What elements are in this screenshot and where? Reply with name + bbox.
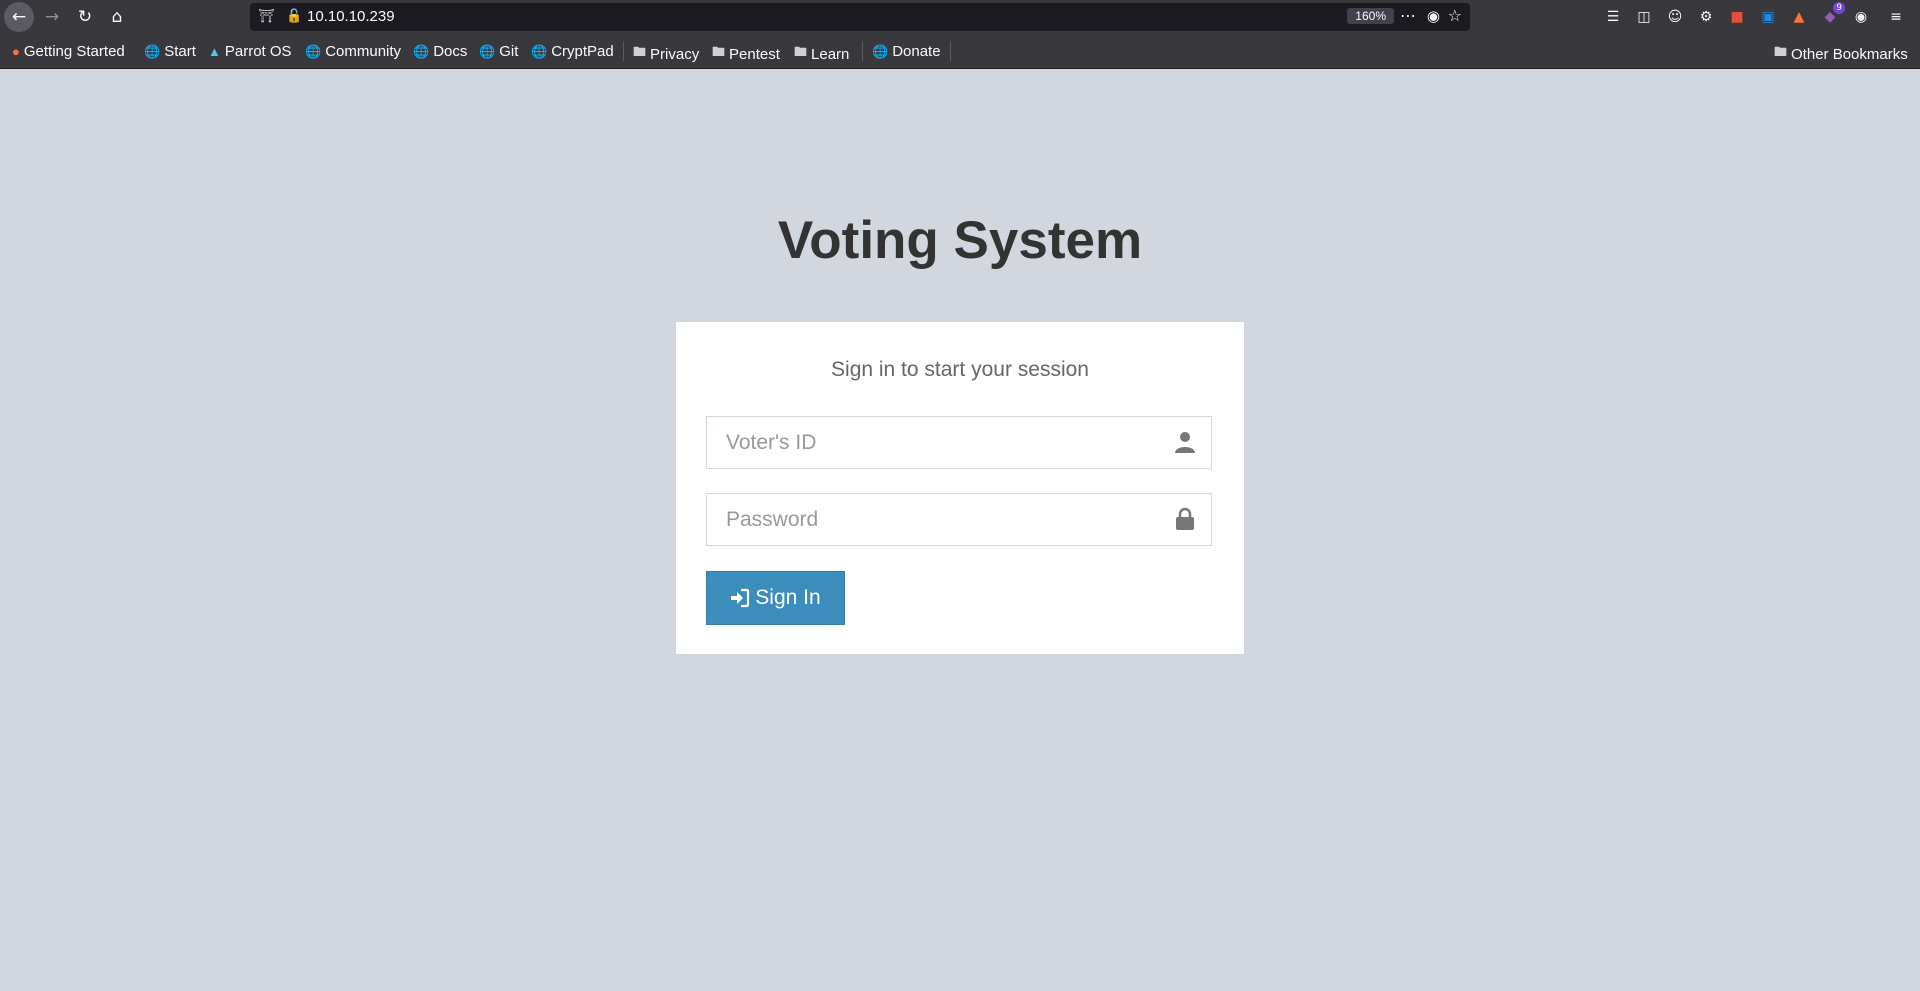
globe-icon: 🌐 [413,43,430,59]
firefox-icon: ● [12,44,20,59]
bookmark-community[interactable]: 🌐 Community [305,43,401,60]
folder-icon: 🖿 [633,44,647,59]
password-input[interactable] [707,494,1156,545]
library-icon[interactable]: ☰ [1602,6,1624,28]
login-box: Sign in to start your session Sign In [676,322,1244,654]
bookmark-getting-started[interactable]: ● Getting Started [12,43,125,60]
browser-toolbar: ← → ↻ ⌂ ⛩ 🔓 10.10.10.239 160% ⋯ ◉ ☆ ☰ ◫ … [0,0,1920,34]
url-bar[interactable]: ⛩ 🔓 10.10.10.239 160% ⋯ ◉ ☆ [250,3,1470,31]
insecure-lock-icon[interactable]: 🔓 [286,9,302,24]
ublock-origin-icon[interactable]: ■ [1726,6,1748,28]
bookmark-label: Donate [892,43,941,60]
globe-icon: 🌐 [144,43,161,59]
bookmark-cryptpad[interactable]: 🌐 CryptPad [531,43,614,60]
bookmark-separator [950,41,951,61]
sign-in-icon [731,588,750,608]
forward-arrow-icon[interactable]: → [37,2,67,32]
pocket-icon[interactable]: ◉ [1427,7,1440,25]
sidebar-icon[interactable]: ◫ [1633,6,1655,28]
folder-icon: 🖿 [712,44,726,59]
bookmark-label: Other Bookmarks [1791,45,1908,63]
extension-a-icon[interactable]: ⚙ [1695,6,1717,28]
bookmark-label: Git [499,43,519,60]
bookmark-start[interactable]: 🌐 Start [144,43,196,60]
globe-icon: 🌐 [305,43,322,59]
bookmark-label: Learn [811,45,850,63]
globe-icon: 🌐 [531,43,548,59]
globe-icon: 🌐 [479,43,496,59]
bookmark-folder-privacy[interactable]: 🖿 Privacy [633,43,699,65]
url-text[interactable]: 10.10.10.239 [307,8,395,25]
wappalyzer-icon[interactable]: ◆ 9 [1819,2,1845,28]
tracking-shield-icon[interactable]: ⛩ [258,9,275,24]
folder-icon: 🖿 [1774,44,1788,59]
cookie-icon[interactable]: ◉ [1850,6,1872,28]
user-icon [1175,432,1195,453]
bookmark-label: Start [164,43,196,60]
page-title: Voting System [777,211,1143,270]
globe-icon: 🌐 [872,43,889,59]
bookmark-label: CryptPad [551,43,614,60]
bookmark-label: Parrot OS [224,43,292,60]
sign-in-label: Sign In [755,586,821,609]
bookmark-label: Getting Started [23,43,125,60]
bookmark-separator [862,41,863,61]
voter-id-input[interactable] [707,417,1156,468]
login-box-message: Sign in to start your session [831,358,1089,381]
lock-icon [1176,507,1194,530]
bookmark-donate[interactable]: 🌐 Donate [872,43,941,60]
password-field-group [706,493,1212,546]
folder-icon: 🖿 [794,44,808,59]
sign-in-button[interactable]: Sign In [706,571,845,625]
bookmark-folder-other[interactable]: 🖿 Other Bookmarks [1774,43,1908,65]
extension-s-icon[interactable]: ▣ [1757,6,1779,28]
bookmark-label: Community [325,43,402,60]
voter-id-field-group [706,416,1212,469]
bookmark-label: Docs [433,43,468,60]
parrot-icon: ▲ [208,44,221,59]
account-icon[interactable]: ☺ [1664,6,1686,28]
extension-badge-count: 9 [1833,2,1845,14]
foxyproxy-icon[interactable]: ▲ [1788,6,1810,28]
bookmark-folder-pentest[interactable]: 🖿 Pentest [712,43,780,65]
bookmarks-bar: ● Getting Started 🌐 Start ▲ Parrot OS 🌐 … [0,34,1920,69]
bookmark-label: Privacy [650,45,700,63]
reload-icon[interactable]: ↻ [70,2,100,32]
bookmark-parrot-os[interactable]: ▲ Parrot OS [208,43,292,60]
back-arrow-icon[interactable]: ← [4,2,34,32]
bookmark-git[interactable]: 🌐 Git [479,43,518,60]
bookmark-separator [623,41,624,61]
page-actions-menu-icon[interactable]: ⋯ [1400,6,1416,25]
bookmark-label: Pentest [729,45,780,63]
home-icon[interactable]: ⌂ [102,2,132,32]
hamburger-menu-icon[interactable]: ≡ [1885,6,1907,28]
zoom-level-badge[interactable]: 160% [1347,8,1394,24]
bookmark-folder-learn[interactable]: 🖿 Learn [794,43,849,65]
bookmark-star-icon[interactable]: ☆ [1448,6,1462,25]
bookmark-docs[interactable]: 🌐 Docs [413,43,467,60]
